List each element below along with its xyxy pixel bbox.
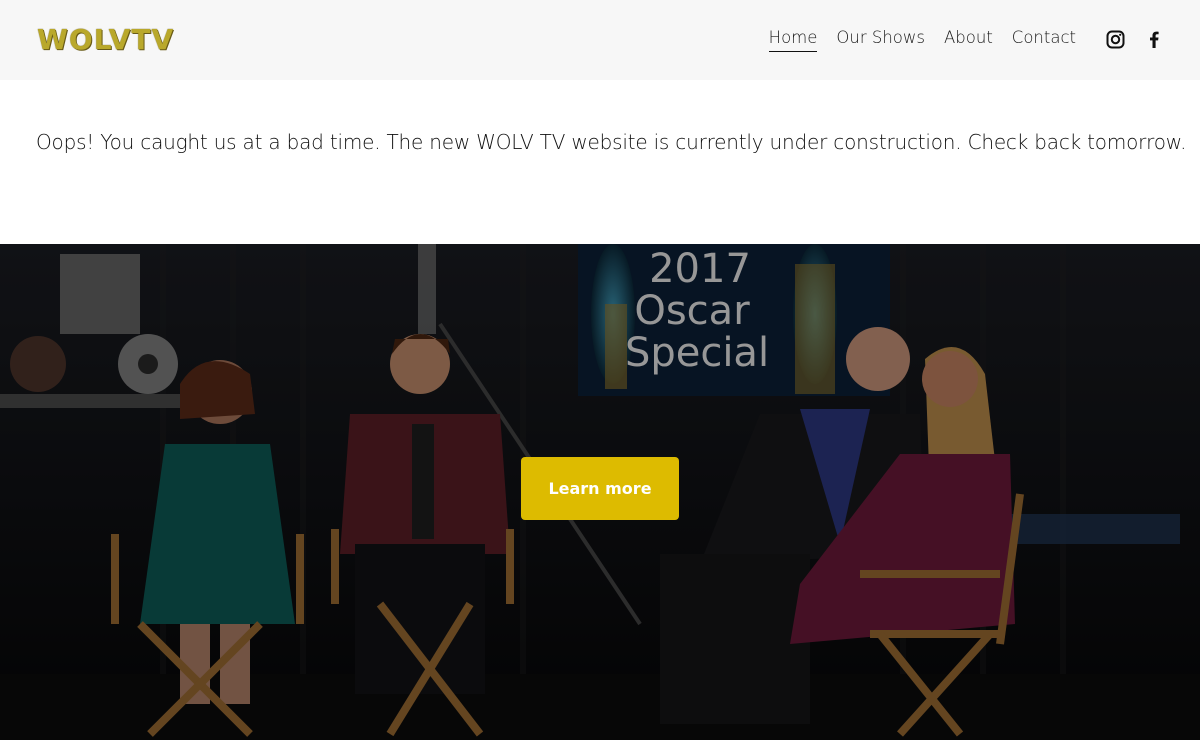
nav-item-our-shows[interactable]: Our Shows — [836, 28, 925, 52]
social-links — [1106, 30, 1164, 49]
nav-item-contact[interactable]: Contact — [1012, 28, 1076, 52]
construction-message: Oops! You caught us at a bad time. The n… — [36, 130, 1187, 154]
main-nav: Home Our Shows About Contact — [768, 28, 1076, 52]
facebook-icon[interactable] — [1145, 30, 1164, 49]
learn-more-button[interactable]: Learn more — [521, 457, 679, 520]
hero-section: 2017 Oscar Special Learn more — [0, 244, 1200, 740]
site-header: WOLVTV Home Our Shows About Contact — [0, 0, 1200, 80]
instagram-icon[interactable] — [1106, 30, 1125, 49]
nav-item-about[interactable]: About — [944, 28, 993, 52]
notice-section: Oops! You caught us at a bad time. The n… — [0, 80, 1200, 244]
nav-item-home[interactable]: Home — [768, 28, 818, 52]
site-logo[interactable]: WOLVTV — [37, 25, 174, 55]
